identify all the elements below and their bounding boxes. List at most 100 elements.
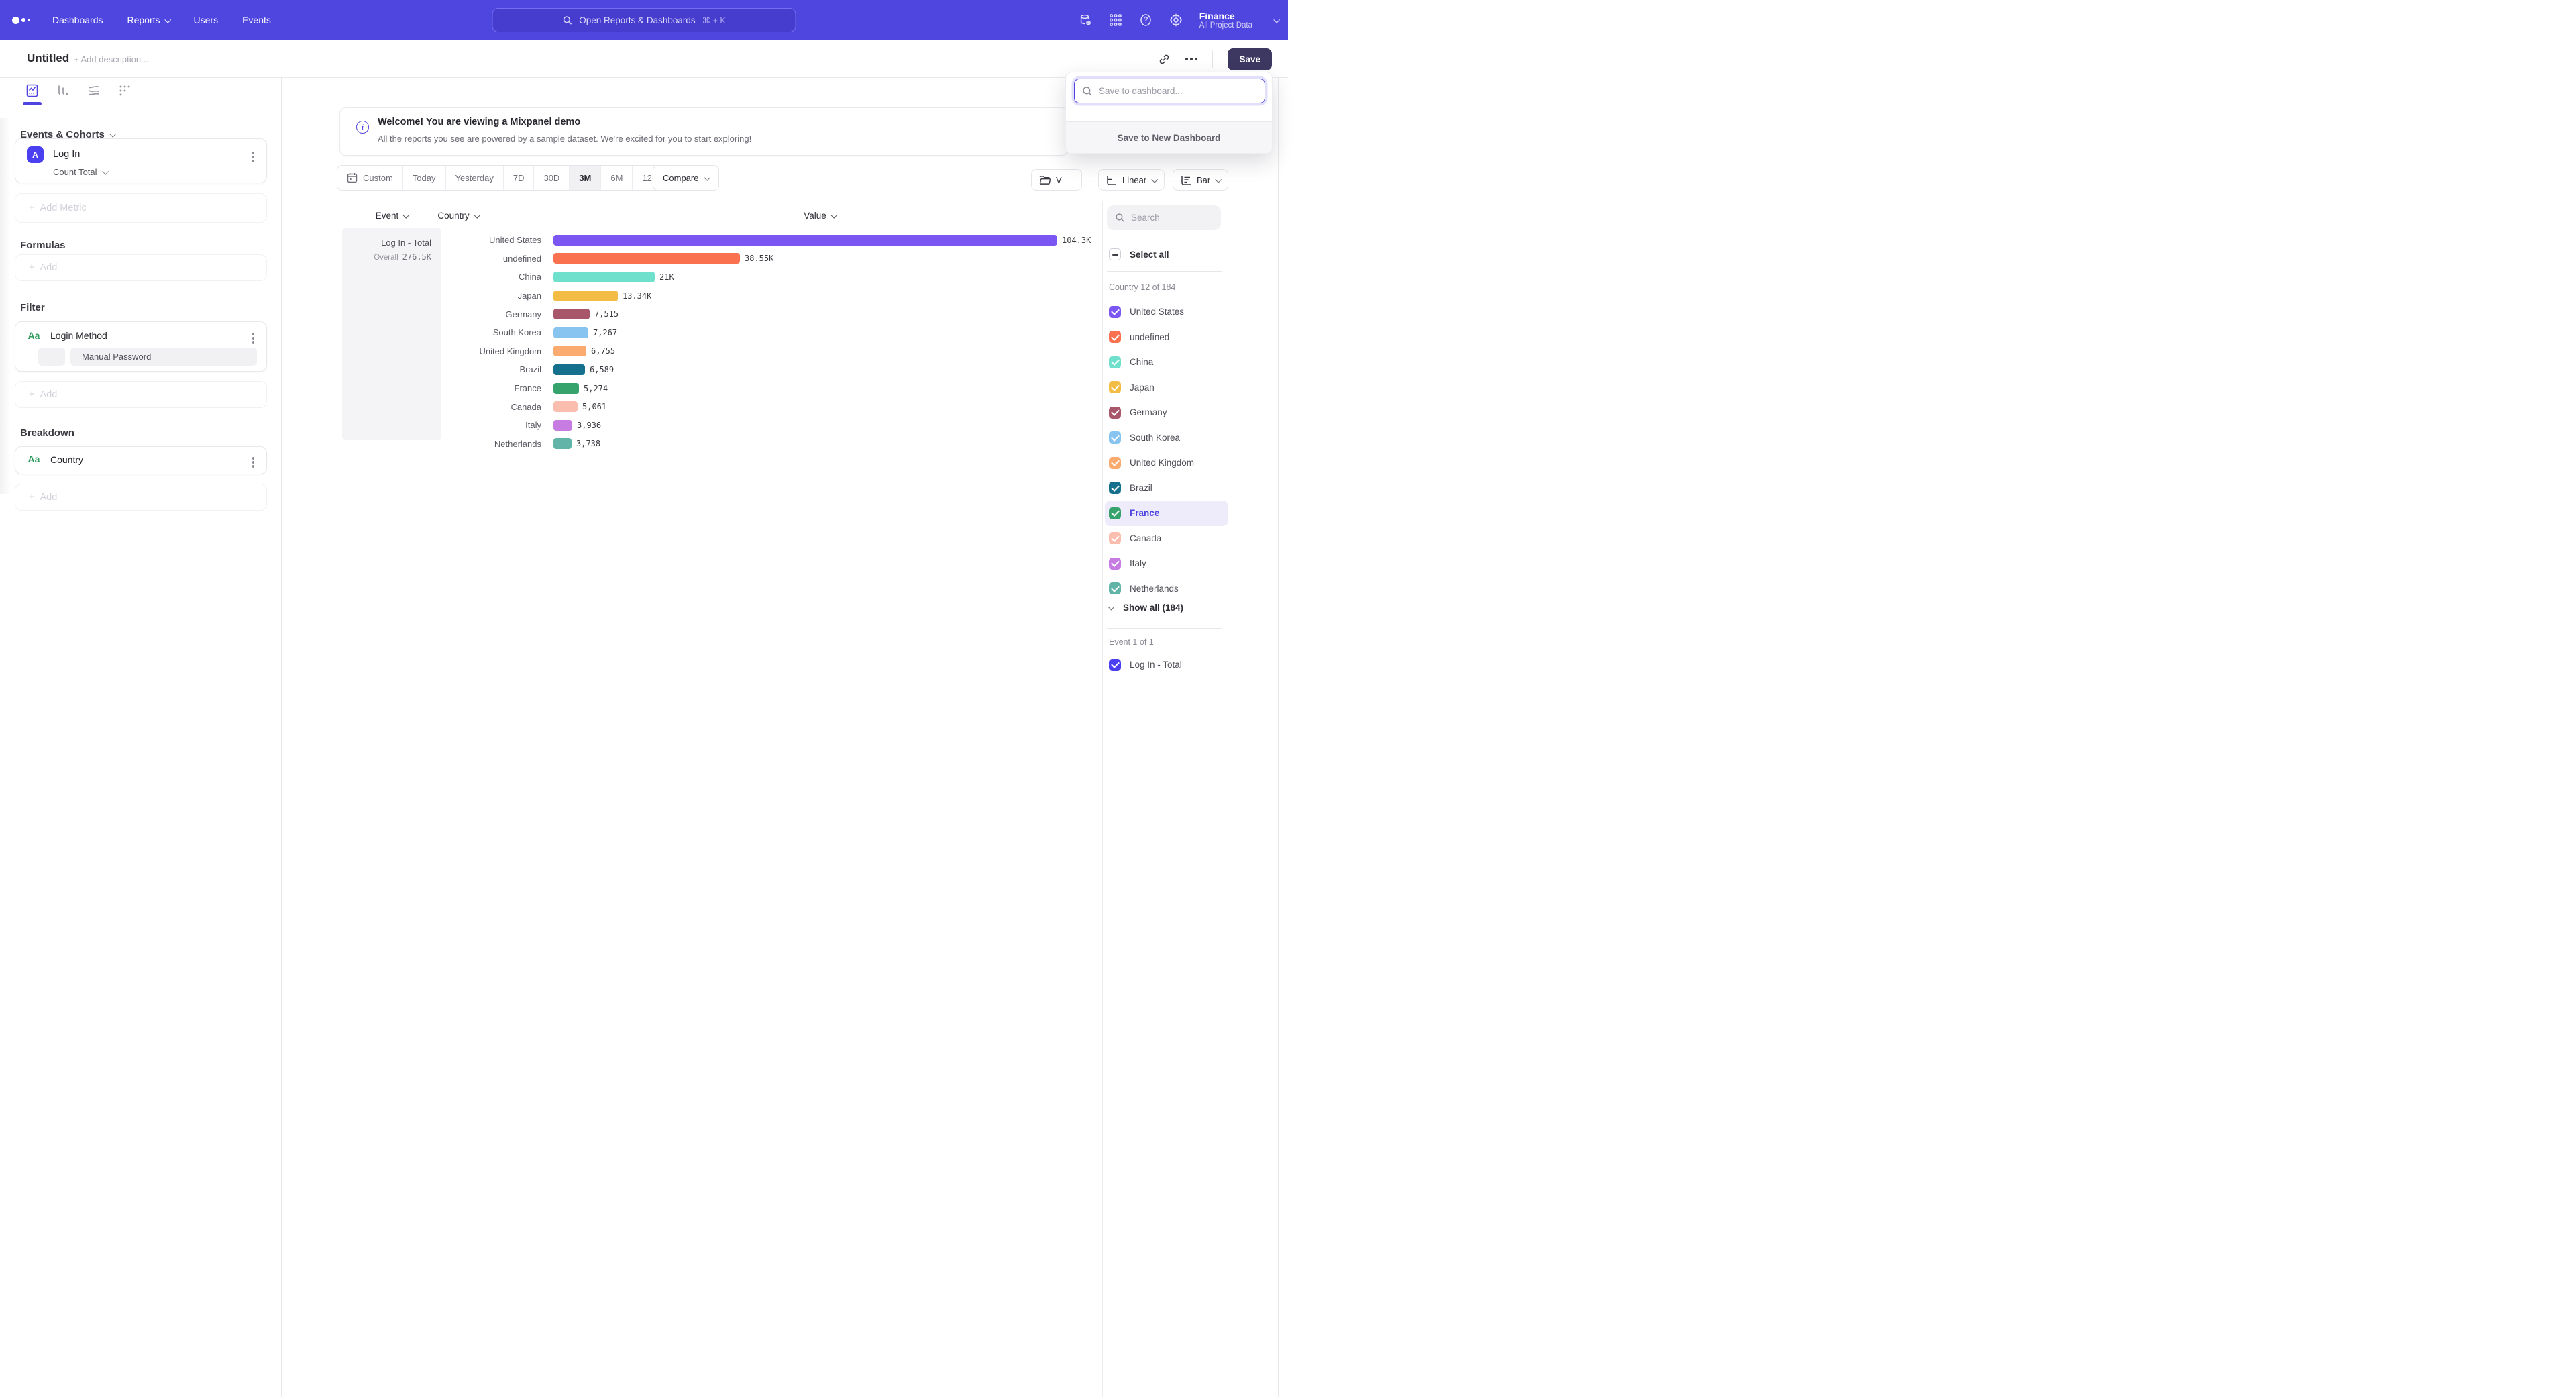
metric-card-log-in[interactable]: A Log In Count Total [15, 138, 267, 183]
apps-grid-icon[interactable] [1109, 13, 1122, 27]
nav-item-reports[interactable]: Reports [127, 15, 170, 25]
breakdown-property-name[interactable]: Country [50, 454, 83, 465]
country-row-netherlands[interactable]: Netherlands [1105, 576, 1228, 602]
range-button-custom[interactable]: Custom [337, 166, 403, 190]
save-dashboard-input[interactable] [1099, 86, 1253, 96]
filter-property-name[interactable]: Login Method [50, 330, 107, 341]
country-row-germany[interactable]: Germany [1105, 400, 1228, 425]
bar-france[interactable] [553, 383, 579, 394]
bar-value: 5,061 [582, 402, 606, 411]
save-to-new-dashboard-button[interactable]: Save to New Dashboard [1066, 121, 1272, 153]
tab-insights[interactable] [19, 79, 46, 102]
more-options-button[interactable] [1185, 58, 1197, 60]
bar-canada[interactable] [553, 401, 578, 412]
column-header-country[interactable]: Country [416, 211, 500, 221]
operator-selector[interactable]: = [38, 348, 65, 366]
project-switcher[interactable]: Finance All Project Data [1199, 11, 1279, 30]
country-checkbox[interactable] [1109, 457, 1121, 469]
filter-card-login-method[interactable]: Aa Login Method = Manual Password [15, 321, 267, 372]
tab-funnels[interactable] [50, 79, 76, 102]
country-row-china[interactable]: China [1105, 350, 1228, 375]
string-property-badge: Aa [25, 330, 42, 341]
bar-netherlands[interactable] [553, 438, 572, 449]
breakdown-menu-icon[interactable] [250, 454, 258, 470]
country-checkbox[interactable] [1109, 507, 1121, 519]
nav-item-events[interactable]: Events [242, 15, 271, 25]
segment-search[interactable] [1107, 205, 1221, 230]
bar-chart: United States104.3Kundefined38.55KChina2… [282, 231, 2576, 453]
metric-name[interactable]: Log In [53, 149, 80, 160]
country-row-brazil[interactable]: Brazil [1105, 476, 1228, 501]
save-dashboard-search[interactable] [1074, 79, 1265, 103]
filter-value-selector[interactable]: Manual Password [70, 348, 257, 366]
select-all-checkbox[interactable] [1109, 248, 1121, 260]
segment-search-input[interactable] [1131, 213, 1212, 223]
bar-italy[interactable] [553, 420, 572, 431]
add-formula-button[interactable]: +Add [15, 254, 267, 281]
calendar-icon [347, 172, 358, 183]
event-checkbox[interactable] [1109, 659, 1121, 671]
range-button-6m[interactable]: 6M [601, 166, 633, 190]
country-checkbox[interactable] [1109, 482, 1121, 494]
country-row-undefined[interactable]: undefined [1105, 325, 1228, 350]
show-all-button[interactable]: Show all (184) [1109, 603, 1183, 613]
country-checkbox[interactable] [1109, 582, 1121, 594]
country-checkbox[interactable] [1109, 431, 1121, 444]
country-row-canada[interactable]: Canada [1105, 526, 1228, 552]
range-button-today[interactable]: Today [403, 166, 446, 190]
column-header-value[interactable]: Value [793, 211, 847, 221]
country-checkbox[interactable] [1109, 558, 1121, 570]
country-row-japan[interactable]: Japan [1105, 375, 1228, 401]
help-icon[interactable] [1139, 13, 1152, 27]
event-row-log-in---total[interactable]: Log In - Total [1105, 652, 1228, 678]
bar-china[interactable] [553, 272, 655, 282]
aggregation-selector[interactable]: Count Total [53, 167, 107, 177]
add-metric-button[interactable]: +Add Metric [15, 193, 267, 223]
compare-button[interactable]: Compare [653, 165, 719, 191]
country-row-italy[interactable]: Italy [1105, 551, 1228, 576]
add-filter-button[interactable]: +Add [15, 381, 267, 408]
filter-menu-icon[interactable] [250, 330, 258, 346]
add-description-button[interactable]: + Add description... [74, 54, 148, 64]
range-button-3m[interactable]: 3M [570, 166, 601, 190]
metric-menu-icon[interactable] [250, 149, 258, 165]
add-breakdown-button[interactable]: +Add [15, 484, 267, 511]
bar-united-states[interactable] [553, 235, 1057, 246]
data-management-icon[interactable] [1079, 13, 1092, 27]
country-checkbox[interactable] [1109, 381, 1121, 393]
nav-item-dashboards[interactable]: Dashboards [52, 15, 103, 25]
settings-gear-icon[interactable] [1169, 13, 1183, 27]
nav-item-users[interactable]: Users [194, 15, 219, 25]
mixpanel-logo[interactable] [12, 0, 30, 40]
tab-retention[interactable] [111, 79, 138, 102]
report-title[interactable]: Untitled [27, 52, 69, 65]
bar-undefined[interactable] [553, 253, 740, 264]
chart-type-selector[interactable]: Bar [1173, 169, 1228, 191]
bar-brazil[interactable] [553, 364, 585, 375]
range-button-30d[interactable]: 30D [534, 166, 570, 190]
bar-united-kingdom[interactable] [553, 346, 586, 356]
country-row-south-korea[interactable]: South Korea [1105, 425, 1228, 451]
country-checkbox[interactable] [1109, 532, 1121, 544]
country-row-united-kingdom[interactable]: United Kingdom [1105, 450, 1228, 476]
range-button-yesterday[interactable]: Yesterday [446, 166, 504, 190]
country-row-france[interactable]: France [1105, 501, 1228, 526]
country-checkbox[interactable] [1109, 306, 1121, 318]
open-reports-search[interactable]: Open Reports & Dashboards ⌘ + K [492, 8, 796, 32]
share-link-icon[interactable] [1158, 53, 1171, 66]
breakdown-card-country[interactable]: Aa Country [15, 446, 267, 474]
range-button-7d[interactable]: 7D [504, 166, 535, 190]
bar-germany[interactable] [553, 309, 590, 319]
country-row-united-states[interactable]: United States [1105, 299, 1228, 325]
obscured-folder-button[interactable]: V [1031, 169, 1082, 191]
select-all-row[interactable]: Select all [1109, 248, 1169, 260]
value-mode-selector[interactable]: Linear [1098, 169, 1165, 191]
country-checkbox[interactable] [1109, 331, 1121, 343]
save-button[interactable]: Save [1228, 48, 1272, 70]
bar-japan[interactable] [553, 291, 618, 301]
bar-south-korea[interactable] [553, 327, 588, 338]
tab-flows[interactable] [80, 79, 107, 102]
country-checkbox[interactable] [1109, 356, 1121, 368]
chart-row: United States104.3K [282, 231, 2576, 250]
country-checkbox[interactable] [1109, 407, 1121, 419]
